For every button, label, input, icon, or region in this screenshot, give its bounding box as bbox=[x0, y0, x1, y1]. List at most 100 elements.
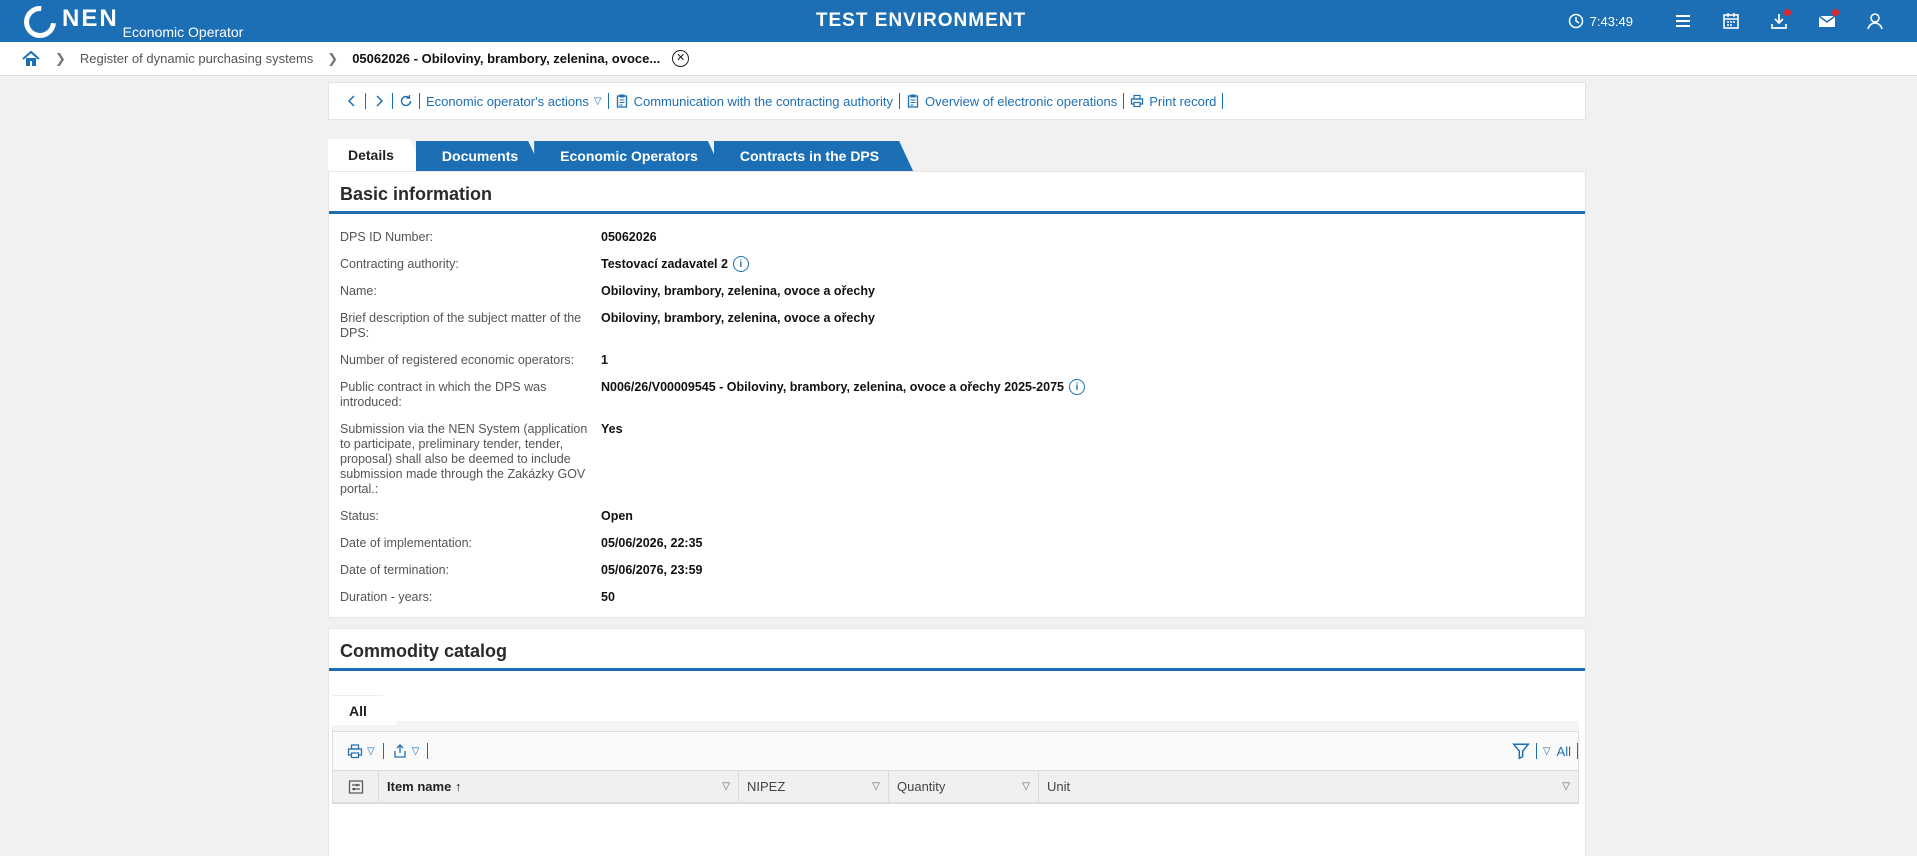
economic-operator-actions-menu[interactable]: Economic operator's actions ▽ bbox=[420, 94, 608, 109]
grid-print-button[interactable]: ▽ bbox=[339, 743, 383, 759]
column-settings-button[interactable] bbox=[333, 771, 379, 802]
detail-label: Name: bbox=[340, 284, 377, 298]
top-header: NEN Economic Operator TEST ENVIRONMENT 7… bbox=[0, 0, 1917, 45]
status-value: Open bbox=[601, 509, 633, 523]
grid-export-button[interactable]: ▽ bbox=[384, 743, 428, 759]
item-name-text: Item name bbox=[387, 779, 452, 794]
tab-documents[interactable]: Documents bbox=[416, 141, 542, 171]
overview-operations-button[interactable]: Overview of electronic operations bbox=[900, 94, 1123, 109]
download-notification-dot bbox=[1784, 9, 1791, 16]
dropdown-triangle-icon: ▽ bbox=[411, 745, 420, 757]
main-content: Economic operator's actions ▽ Communicat… bbox=[328, 82, 1586, 856]
tab-details[interactable]: Details bbox=[328, 139, 424, 171]
filter-icon[interactable] bbox=[1511, 742, 1530, 760]
clock-icon bbox=[1568, 13, 1583, 29]
column-item-name-label: Item name ↑ bbox=[387, 779, 461, 794]
detail-label: Submission via the NEN System (applicati… bbox=[340, 422, 588, 496]
detail-value: Open bbox=[601, 509, 633, 524]
detail-label: Status: bbox=[340, 509, 379, 523]
detail-row: Submission via the NEN System (applicati… bbox=[340, 416, 1574, 503]
detail-row: DPS ID Number: 05062026 bbox=[340, 224, 1574, 251]
submission-value: Yes bbox=[601, 422, 623, 436]
tab-contracts-in-dps[interactable]: Contracts in the DPS bbox=[714, 141, 913, 171]
user-button[interactable] bbox=[1851, 0, 1899, 42]
column-unit[interactable]: Unit ▽ bbox=[1039, 771, 1578, 802]
menu-icon bbox=[1676, 15, 1690, 27]
subtab-strip bbox=[332, 721, 1579, 731]
detail-row: Brief description of the subject matter … bbox=[340, 305, 1574, 347]
dropdown-triangle-icon[interactable]: ▽ bbox=[1562, 781, 1570, 792]
commodity-catalog-title: Commodity catalog bbox=[329, 629, 1585, 671]
basic-information-rows: DPS ID Number: 05062026 Contracting auth… bbox=[329, 214, 1585, 617]
column-quantity[interactable]: Quantity ▽ bbox=[889, 771, 1039, 802]
sort-ascending-icon: ↑ bbox=[454, 779, 462, 794]
detail-label: Number of registered economic operators: bbox=[340, 353, 575, 367]
chevron-left-icon bbox=[347, 95, 355, 107]
detail-value: Obiloviny, brambory, zelenina, ovoce a o… bbox=[601, 311, 875, 341]
close-icon[interactable]: ✕ bbox=[672, 50, 690, 67]
print-record-button[interactable]: Print record bbox=[1124, 94, 1222, 109]
detail-row: Date of implementation: 05/06/2026, 22:3… bbox=[340, 530, 1574, 557]
toolbar-divider bbox=[1535, 743, 1537, 759]
toolbar-divider bbox=[427, 743, 429, 759]
registered-operators-value: 1 bbox=[601, 353, 608, 367]
breadcrumb-register-link[interactable]: Register of dynamic purchasing systems bbox=[80, 51, 313, 66]
header-actions: 7:43:49 bbox=[1568, 0, 1899, 42]
detail-value: Obiloviny, brambory, zelenina, ovoce a o… bbox=[601, 284, 875, 299]
detail-row: Date of termination: 05/06/2076, 23:59 bbox=[340, 557, 1574, 584]
subtab-all[interactable]: All bbox=[332, 695, 397, 725]
communication-button[interactable]: Communication with the contracting autho… bbox=[609, 94, 899, 109]
detail-row: Name: Obiloviny, brambory, zelenina, ovo… bbox=[340, 278, 1574, 305]
dps-id-value: 05062026 bbox=[601, 230, 657, 244]
refresh-button[interactable] bbox=[393, 94, 419, 108]
commodity-catalog-panel: Commodity catalog All ▽ ▽ ▽ All Item nam… bbox=[328, 628, 1586, 856]
date-implementation-value: 05/06/2026, 22:35 bbox=[601, 536, 703, 550]
calendar-icon bbox=[1723, 13, 1739, 29]
overview-operations-label: Overview of electronic operations bbox=[925, 93, 1118, 109]
document-icon bbox=[616, 94, 627, 108]
duration-value: 50 bbox=[601, 590, 615, 604]
mail-button[interactable] bbox=[1803, 0, 1851, 42]
detail-value: Yes bbox=[601, 422, 623, 497]
column-item-name[interactable]: Item name ↑ ▽ bbox=[379, 771, 739, 802]
filter-all-option[interactable]: All bbox=[1557, 744, 1571, 759]
basic-information-panel: Basic information DPS ID Number: 0506202… bbox=[328, 171, 1586, 618]
mail-notification-dot bbox=[1832, 9, 1839, 16]
calendar-button[interactable] bbox=[1707, 0, 1755, 42]
detail-row: Duration - years: 50 bbox=[340, 584, 1574, 611]
brief-description-value: Obiloviny, brambory, zelenina, ovoce a o… bbox=[601, 311, 875, 325]
next-record-button[interactable] bbox=[366, 94, 392, 108]
tab-economic-operators[interactable]: Economic Operators bbox=[534, 141, 722, 171]
detail-value: 05/06/2026, 22:35 bbox=[601, 536, 702, 551]
detail-label: Date of termination: bbox=[340, 563, 450, 577]
info-icon[interactable]: i bbox=[1068, 379, 1085, 395]
detail-label: Duration - years: bbox=[340, 590, 433, 604]
refresh-icon bbox=[400, 95, 412, 107]
previous-record-button[interactable] bbox=[339, 94, 365, 108]
dropdown-triangle-icon: ▽ bbox=[367, 745, 375, 757]
document-icon bbox=[907, 94, 919, 108]
detail-value: N006/26/V00009545 - Obiloviny, brambory,… bbox=[601, 379, 1085, 410]
dropdown-triangle-icon[interactable]: ▽ bbox=[1022, 781, 1030, 792]
home-icon[interactable] bbox=[21, 49, 41, 69]
download-button[interactable] bbox=[1755, 0, 1803, 42]
dropdown-triangle-icon: ▽ bbox=[1542, 745, 1551, 757]
detail-row: Public contract in which the DPS was int… bbox=[340, 374, 1574, 416]
grid-toolbar: ▽ ▽ ▽ All bbox=[333, 732, 1578, 770]
info-icon[interactable]: i bbox=[732, 256, 749, 272]
environment-title: TEST ENVIRONMENT bbox=[815, 10, 1027, 31]
dropdown-triangle-icon[interactable]: ▽ bbox=[722, 781, 730, 792]
contracting-authority-value: Testovací zadavatel 2 bbox=[601, 257, 728, 271]
session-clock: 7:43:49 bbox=[1568, 13, 1633, 29]
communication-label: Communication with the contracting autho… bbox=[633, 93, 894, 109]
menu-button[interactable] bbox=[1659, 0, 1707, 42]
user-icon bbox=[1867, 13, 1883, 30]
dropdown-triangle-icon[interactable]: ▽ bbox=[872, 781, 880, 792]
date-termination-value: 05/06/2076, 23:59 bbox=[601, 563, 703, 577]
catalog-grid: ▽ ▽ ▽ All Item name ↑ ▽ NIPEZ ▽ Quantity… bbox=[332, 731, 1579, 804]
column-nipez[interactable]: NIPEZ ▽ bbox=[739, 771, 889, 802]
catalog-subtabs: All bbox=[329, 671, 1585, 731]
export-icon bbox=[394, 744, 406, 758]
detail-value: Testovací zadavatel 2 i bbox=[601, 256, 749, 272]
economic-operator-actions-label: Economic operator's actions bbox=[426, 93, 589, 109]
